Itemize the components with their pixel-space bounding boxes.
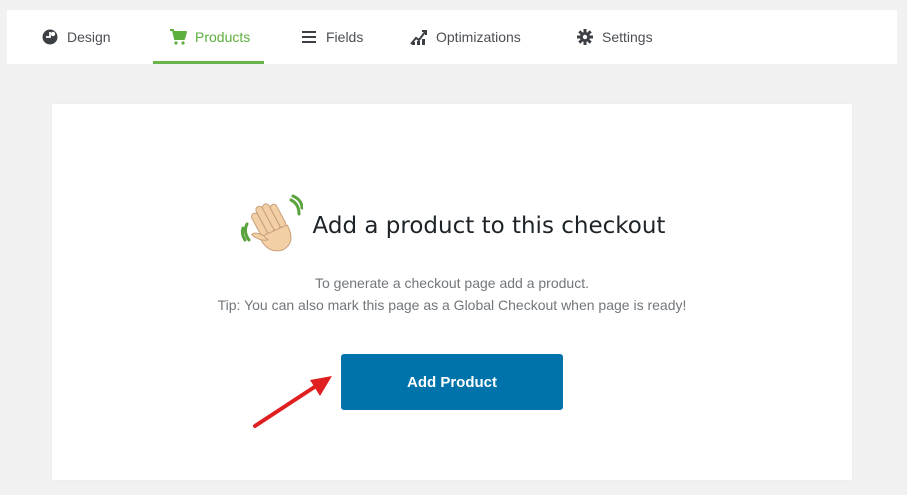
tab-label: Design: [67, 29, 111, 45]
empty-state-tip: Tip: You can also mark this page as a Gl…: [217, 297, 687, 313]
annotation-arrow: [253, 376, 332, 428]
palette-icon: [41, 28, 59, 46]
tab-label: Settings: [602, 29, 653, 45]
tab-optimizations[interactable]: Optimizations: [372, 10, 530, 64]
cart-icon: [169, 28, 187, 46]
empty-state-panel: Add a product to this checkout To genera…: [52, 104, 852, 480]
tab-products[interactable]: Products: [153, 10, 264, 64]
empty-state-title: Add a product to this checkout: [312, 213, 666, 239]
tab-label: Products: [195, 29, 251, 45]
tab-fields[interactable]: Fields: [264, 10, 372, 64]
tab-bar: Design Products Fields Optimizations Set…: [7, 10, 897, 64]
empty-state-headline: Add a product to this checkout: [52, 194, 852, 258]
empty-state-description: To generate a checkout page add a produc…: [52, 272, 852, 316]
tab-label: Fields: [326, 29, 364, 45]
waving-hand-icon: [239, 194, 304, 258]
chart-icon: [410, 28, 428, 46]
gear-icon: [576, 28, 594, 46]
empty-state-line-1: To generate a checkout page add a produc…: [315, 275, 589, 291]
tab-label: Optimizations: [436, 29, 521, 45]
add-product-button[interactable]: Add Product: [341, 354, 563, 410]
list-icon: [300, 28, 318, 46]
tab-settings[interactable]: Settings: [530, 10, 660, 64]
tab-design[interactable]: Design: [41, 10, 153, 64]
